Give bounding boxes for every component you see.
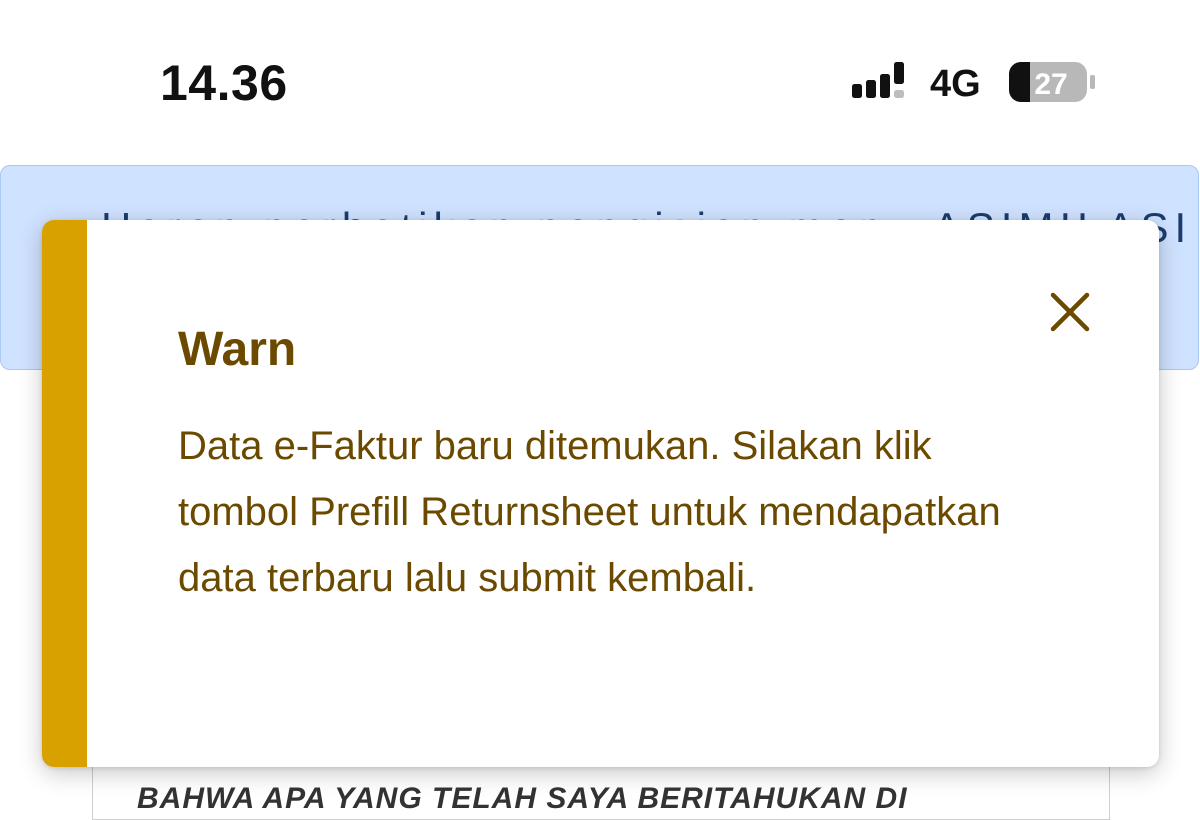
warning-toast: Warn Data e-Faktur baru ditemukan. Silak… — [42, 220, 1159, 767]
network-type: 4G — [930, 63, 981, 105]
toast-message: Data e-Faktur baru ditemukan. Silakan kl… — [178, 424, 1001, 600]
declaration-text: BAHWA APA YANG TELAH SAYA BERITAHUKAN DI — [137, 782, 908, 815]
close-icon[interactable] — [1042, 284, 1098, 340]
battery-icon: 27 — [1009, 62, 1095, 102]
cellular-signal-icon — [852, 62, 904, 98]
toast-title: Warn — [178, 323, 297, 376]
toast-accent-bar — [42, 220, 87, 767]
status-time: 14.36 — [160, 55, 288, 111]
battery-level: 27 — [1034, 68, 1067, 101]
